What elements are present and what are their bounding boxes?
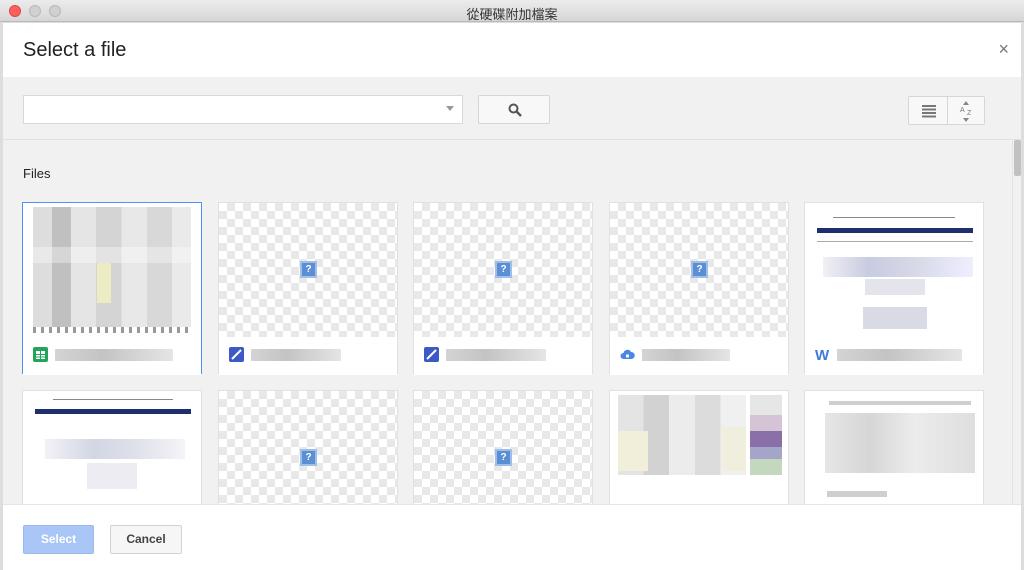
file-thumbnail: ? [219,391,397,504]
search-options-dropdown-icon[interactable] [446,106,454,111]
file-thumbnail [805,391,983,504]
file-tile[interactable]: ? [413,390,593,504]
unknown-file-icon: ? [495,261,512,278]
file-thumbnail: ? [610,203,788,337]
drawing-icon [424,347,439,362]
unknown-file-icon: ? [691,261,708,278]
scrollbar-thumb[interactable] [1014,140,1021,176]
file-meta: W [805,337,983,375]
file-name [642,349,730,361]
search-input[interactable] [24,96,434,123]
file-tile[interactable]: W [804,202,984,375]
dialog-title: Select a file [23,39,127,61]
unknown-file-icon: ? [300,449,317,466]
word-icon: W [815,347,830,362]
file-name [837,349,962,361]
file-name [446,349,546,361]
files-content: Files ? ? ? W ? ? [3,140,1012,504]
cloud-lock-icon [620,349,635,359]
unknown-file-icon: ? [495,449,512,466]
file-meta [610,337,788,375]
svg-text:A: A [960,107,965,114]
file-name [251,349,341,361]
search-box[interactable] [23,95,463,124]
window-title: 從硬碟附加檔案 [466,8,558,23]
file-thumbnail [805,203,983,337]
search-icon [508,103,522,117]
file-thumbnail [23,203,201,337]
file-meta [219,337,397,375]
file-tile[interactable] [804,390,984,504]
file-picker-dialog: Select a file × A Z Files ? ? ? W ? ? Se… [3,23,1021,570]
file-thumbnail: ? [414,391,592,504]
dialog-header: Select a file × [3,23,1021,77]
file-tile[interactable] [22,390,202,504]
cancel-button[interactable]: Cancel [110,525,182,554]
file-tile[interactable]: ? [413,202,593,375]
file-tile[interactable]: ? [218,390,398,504]
unknown-file-icon: ? [300,261,317,278]
sort-az-icon: A Z [960,101,972,122]
file-tile[interactable] [22,202,202,375]
file-tile[interactable]: ? [609,202,789,375]
window-titlebar: 從硬碟附加檔案 [0,0,1024,23]
file-thumbnail [23,391,201,504]
file-tile[interactable]: ? [218,202,398,375]
file-thumbnail: ? [414,203,592,337]
file-meta [23,337,201,375]
select-button[interactable]: Select [23,525,94,554]
toolbar: A Z [3,77,1021,140]
close-icon[interactable]: × [998,40,1009,58]
drawing-icon [229,347,244,362]
sort-button[interactable]: A Z [947,96,985,125]
vertical-scrollbar[interactable] [1012,140,1021,504]
section-label-files: Files [23,166,51,181]
list-view-button[interactable] [908,96,948,125]
search-button[interactable] [478,95,550,124]
file-thumbnail [610,391,788,504]
file-tile[interactable] [609,390,789,504]
file-meta [414,337,592,375]
list-view-icon [922,105,936,118]
svg-text:W: W [815,347,830,362]
dialog-footer: Select Cancel [3,504,1021,570]
file-thumbnail: ? [219,203,397,337]
svg-text:Z: Z [967,110,972,117]
spreadsheet-icon [33,347,48,362]
file-name [55,349,173,361]
